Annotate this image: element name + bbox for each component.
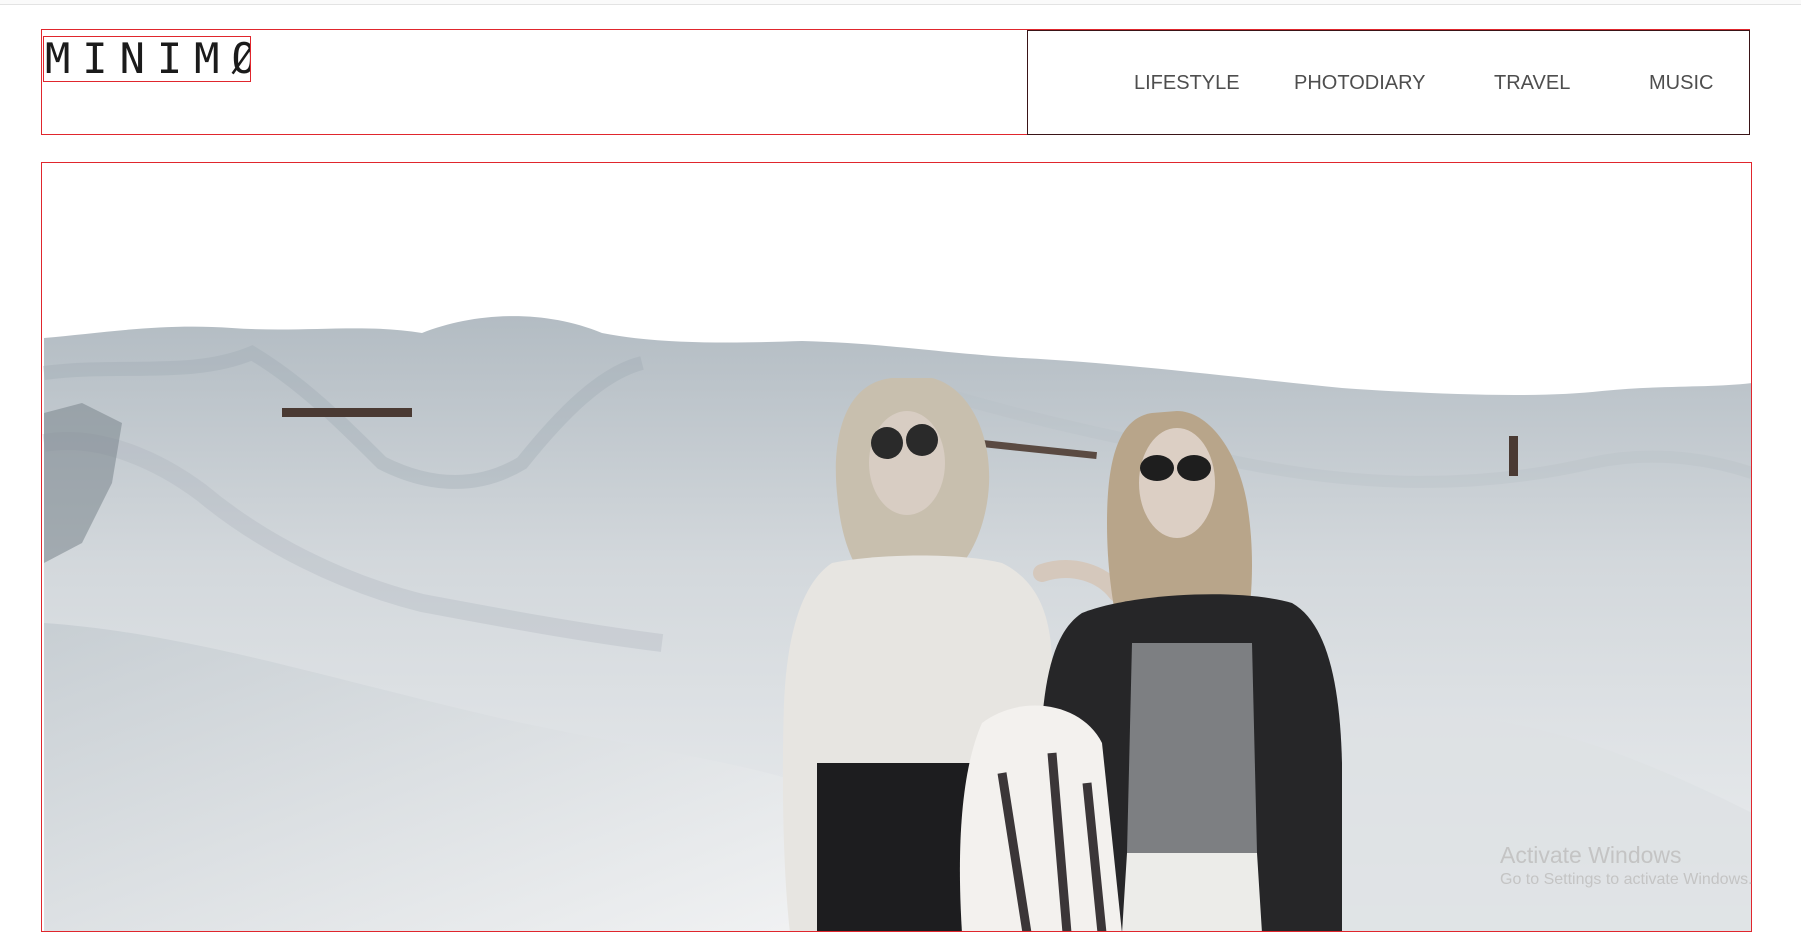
site-header: MINIMØ LIFESTYLE PHOTODIARY TRAVEL MUSIC <box>41 29 1750 135</box>
nav-item-lifestyle[interactable]: LIFESTYLE <box>1134 72 1240 95</box>
nav-item-travel[interactable]: TRAVEL <box>1494 72 1570 95</box>
browser-top-edge <box>0 0 1801 5</box>
nav-item-music[interactable]: MUSIC <box>1649 72 1713 95</box>
hero-image <box>42 163 1751 931</box>
nav-item-photodiary[interactable]: PHOTODIARY <box>1294 72 1426 95</box>
main-navigation: LIFESTYLE PHOTODIARY TRAVEL MUSIC <box>1027 30 1750 135</box>
hero-section <box>41 162 1752 932</box>
site-logo[interactable]: MINIMØ <box>43 36 251 82</box>
